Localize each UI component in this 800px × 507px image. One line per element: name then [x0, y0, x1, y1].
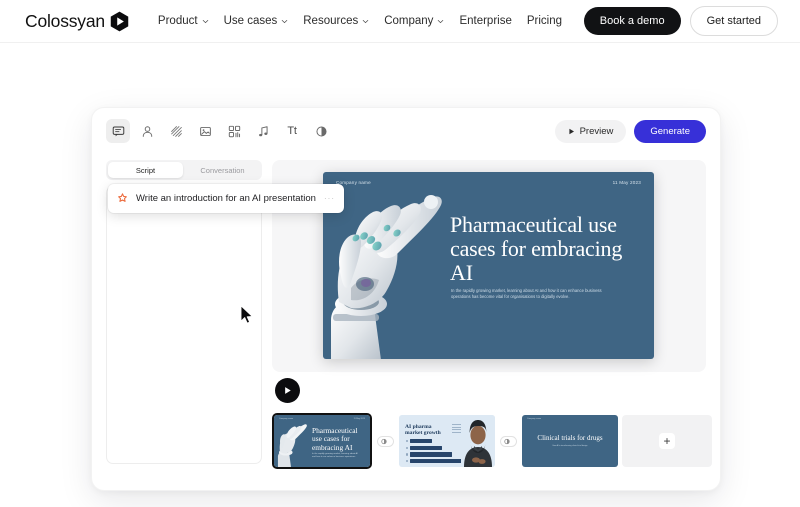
nav-label: Resources	[303, 15, 359, 27]
chevron-down-icon	[282, 19, 288, 23]
plus-icon: +	[659, 433, 675, 449]
preview-button[interactable]: Preview	[554, 119, 627, 143]
toolbar-icon-group: Tt	[106, 119, 333, 143]
thumb-company-name: Company name	[527, 418, 542, 420]
timeline-thumb-2[interactable]: AI pharma market growth	[399, 415, 495, 467]
thumb-title: Pharmaceutical use cases for embracing A…	[312, 426, 358, 452]
prompt-more-icon[interactable]: ···	[324, 194, 335, 203]
tab-script[interactable]: Script	[108, 162, 183, 178]
thumb-title: Clinical trials for drugs	[537, 434, 603, 442]
slide-title: Pharmaceutical use cases for embracing A…	[450, 212, 623, 285]
nav-label: Pricing	[526, 15, 563, 27]
toolbar-actions: Preview Generate	[554, 119, 706, 143]
nav-label: Company	[384, 15, 434, 27]
background-pattern-icon	[170, 125, 182, 137]
nav-item-product[interactable]: Product	[158, 15, 209, 27]
book-a-demo-button[interactable]: Book a demo	[583, 7, 681, 35]
nav-item-resources[interactable]: Resources	[303, 15, 369, 27]
script-bubble-icon	[112, 126, 124, 136]
play-preview-button[interactable]	[275, 378, 300, 403]
chevron-down-icon	[202, 19, 208, 23]
toolbar-background-button[interactable]	[164, 119, 188, 143]
add-slide-button[interactable]: +	[622, 415, 712, 467]
contrast-circle-icon	[315, 125, 327, 137]
slide-body-text: In the rapidly growing market, learning …	[451, 288, 602, 300]
nav-label: Product	[157, 15, 198, 27]
timeline-slide-1-selected[interactable]: Company name 11 May 2023 Pharmaceutical …	[272, 413, 372, 469]
thumb-company-name: Company name	[279, 418, 294, 420]
editor-app-card: Tt Preview Generate Script Conversation	[92, 108, 720, 490]
toolbar-avatar-button[interactable]	[135, 119, 159, 143]
slide-timeline: Company name 11 May 2023 Pharmaceutical …	[272, 413, 712, 469]
chevron-down-icon	[438, 19, 444, 23]
transition-icon	[504, 438, 510, 444]
transition-icon	[381, 438, 387, 444]
tab-conversation[interactable]: Conversation	[185, 162, 260, 178]
text-icon: Tt	[287, 125, 297, 137]
thumb-date: 11 May 2023	[353, 418, 365, 420]
robot-hand-image	[277, 424, 307, 467]
avatar-person-icon	[142, 125, 152, 137]
image-icon	[199, 126, 211, 136]
nav-item-use-cases[interactable]: Use cases	[224, 15, 289, 27]
toolbar-music-button[interactable]	[251, 119, 275, 143]
thumb-subtitle: In the rapidly growing market, learning …	[312, 453, 358, 458]
nav-item-pricing[interactable]: Pricing	[527, 15, 562, 27]
timeline-thumb-3[interactable]: Company name Clinical trials for drugs H…	[522, 415, 618, 467]
script-tabs: Script Conversation	[106, 160, 262, 180]
generate-button[interactable]: Generate	[634, 119, 706, 143]
mouse-cursor-icon	[240, 305, 253, 324]
slide-date: 11 May 2023	[612, 179, 641, 185]
nav-label: Enterprise	[459, 15, 512, 27]
timeline-thumb-1: Company name 11 May 2023 Pharmaceutical …	[274, 415, 370, 467]
preview-label: Preview	[579, 125, 614, 137]
thumb-subtitle: How AI is transforming clinical trial de…	[552, 445, 588, 447]
play-icon	[285, 387, 291, 394]
current-slide-preview[interactable]: Company name 11 May 2023 Pharmaceutical …	[323, 172, 654, 359]
music-note-icon	[258, 125, 268, 136]
toolbar-text-button[interactable]: Tt	[280, 119, 304, 143]
toolbar-image-button[interactable]	[193, 119, 217, 143]
main-navigation: Product Use cases Resources Company Ente…	[158, 15, 562, 27]
colossyan-hexagon-play-icon	[110, 11, 129, 31]
thumb-title: AI pharma market growth	[405, 424, 441, 437]
prompt-text: Write an introduction for an AI presenta…	[136, 193, 316, 204]
slide-transition-2[interactable]	[500, 435, 517, 447]
thumb-bar-chart	[406, 439, 468, 465]
nav-item-company[interactable]: Company	[384, 15, 444, 27]
ai-sparkle-icon	[118, 193, 127, 202]
slide-transition-1[interactable]	[377, 435, 394, 447]
nav-label: Use cases	[223, 15, 278, 27]
robot-hand-image	[325, 184, 460, 359]
script-editor-area[interactable]	[106, 186, 262, 464]
toolbar-contrast-button[interactable]	[309, 119, 333, 143]
editor-toolbar: Tt Preview Generate	[92, 108, 720, 154]
presenter-avatar-image	[461, 415, 495, 467]
toolbar-script-button[interactable]	[106, 119, 130, 143]
navbar-actions: Book a demo Get started	[583, 6, 778, 36]
chevron-down-icon	[362, 19, 369, 23]
get-started-button[interactable]: Get started	[689, 6, 778, 36]
site-navbar: Colossyan Product Use cases Resources Co…	[0, 0, 800, 43]
brand-logo[interactable]: Colossyan	[25, 11, 129, 32]
nav-item-enterprise[interactable]: Enterprise	[459, 15, 511, 27]
play-icon	[568, 128, 574, 134]
ai-prompt-suggestion[interactable]: Write an introduction for an AI presenta…	[108, 184, 344, 213]
toolbar-template-button[interactable]	[222, 119, 246, 143]
template-layout-icon	[228, 125, 240, 137]
brand-name: Colossyan	[25, 10, 105, 31]
